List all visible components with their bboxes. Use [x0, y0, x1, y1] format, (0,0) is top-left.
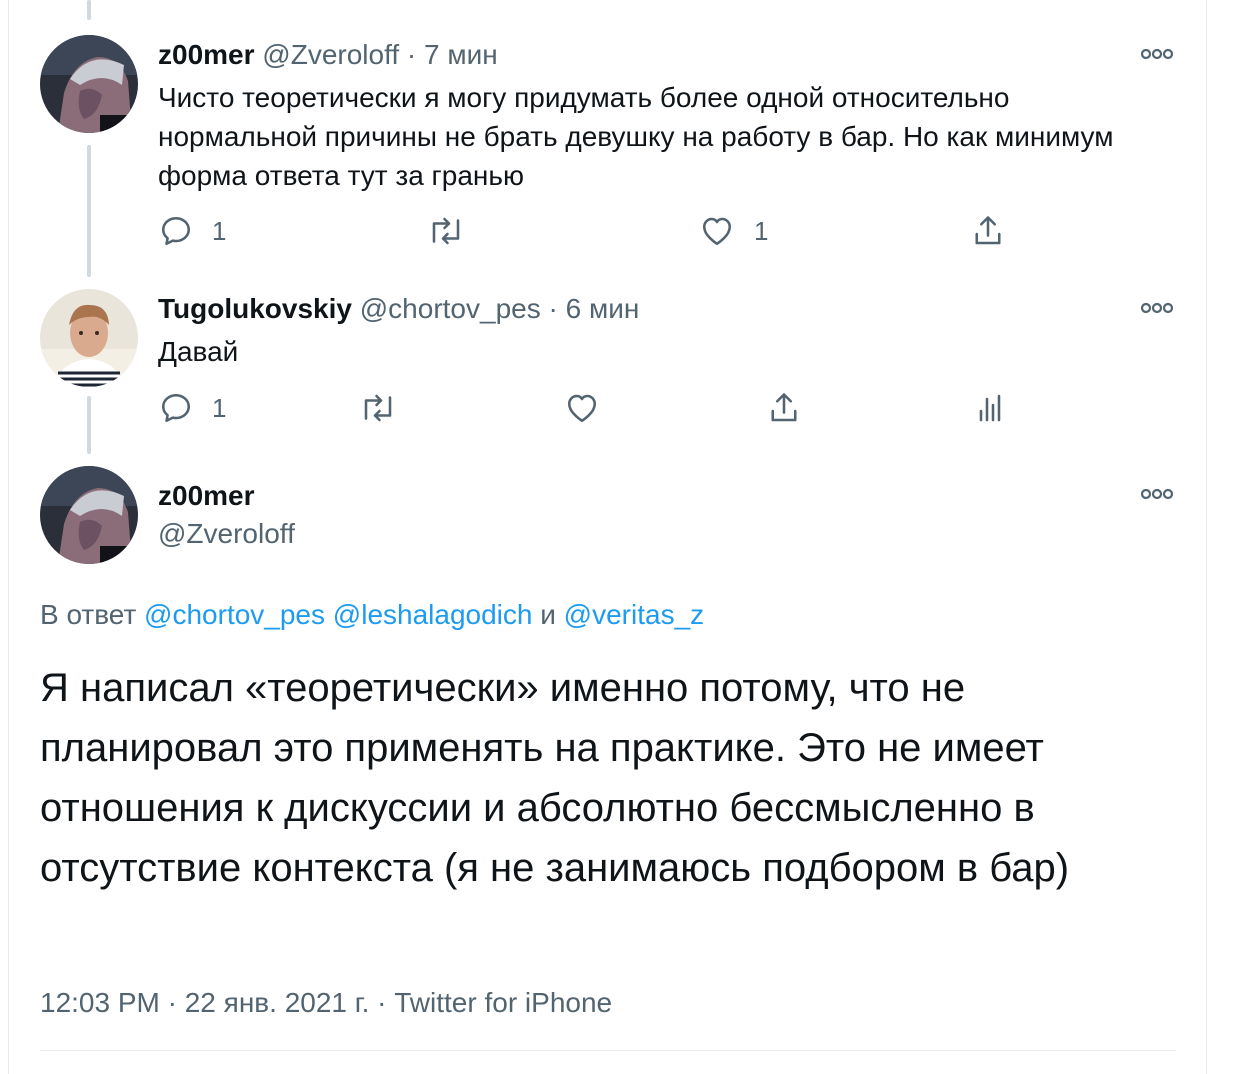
- reply-icon: [161, 216, 191, 246]
- like-button[interactable]: 1: [698, 211, 768, 251]
- mention-link[interactable]: @veritas_z: [564, 599, 704, 630]
- mention-link[interactable]: @leshalagodich: [333, 599, 533, 630]
- divider: [40, 1050, 1176, 1051]
- share-button[interactable]: [970, 211, 1006, 251]
- thread-line: [87, 145, 91, 277]
- frame-border-left: [8, 0, 9, 1074]
- retweet-button[interactable]: [358, 388, 398, 428]
- reply-count: 1: [212, 392, 227, 423]
- author-handle[interactable]: @chortov_pes: [360, 293, 541, 324]
- author-name[interactable]: Tugolukovskiy: [158, 293, 352, 324]
- reply-prefix: В ответ: [40, 599, 145, 630]
- heart-icon: [702, 217, 732, 246]
- thread-line: [87, 396, 91, 454]
- like-count: 1: [754, 215, 769, 246]
- analytics-button[interactable]: [972, 388, 1008, 428]
- reply-button[interactable]: 1: [158, 388, 226, 428]
- share-button[interactable]: [766, 388, 802, 428]
- tweet-text: Я написал «теоретически» именно потому, …: [40, 666, 1070, 890]
- tweet-time[interactable]: · 7 мин: [407, 39, 498, 70]
- avatar[interactable]: [40, 289, 138, 387]
- tweet-text: Чисто теоретически я могу придумать боле…: [158, 82, 1114, 191]
- tweet-time[interactable]: · 6 мин: [549, 293, 640, 324]
- tweet-timestamp[interactable]: 12:03 PM · 22 янв. 2021 г. · Twitter for…: [40, 985, 612, 1021]
- analytics-icon: [979, 394, 1001, 422]
- author-handle[interactable]: @Zveroloff: [262, 39, 399, 70]
- author-name[interactable]: z00mer: [158, 39, 255, 70]
- avatar[interactable]: [40, 466, 138, 564]
- more-icon[interactable]: [1140, 301, 1174, 315]
- share-icon: [975, 216, 1001, 245]
- share-icon: [771, 393, 797, 422]
- author-name[interactable]: z00mer: [158, 479, 255, 513]
- thread-line: [87, 0, 91, 20]
- retweet-icon: [432, 217, 460, 245]
- retweet-icon: [364, 394, 392, 422]
- avatar[interactable]: [40, 35, 138, 133]
- reply-button[interactable]: 1: [158, 211, 226, 251]
- reply-icon: [161, 393, 191, 423]
- retweet-button[interactable]: [426, 211, 466, 251]
- tweet-text: Давай: [158, 336, 239, 367]
- author-handle[interactable]: @Zveroloff: [158, 517, 295, 551]
- heart-icon: [567, 394, 597, 423]
- like-button[interactable]: [563, 388, 601, 428]
- more-icon[interactable]: [1140, 487, 1174, 501]
- reply-joiner: и: [532, 599, 564, 630]
- tweet-header: Tugolukovskiy @chortov_pes · 6 мин: [158, 292, 639, 326]
- more-icon[interactable]: [1140, 47, 1174, 61]
- tweet-header: z00mer @Zveroloff · 7 мин: [158, 38, 498, 72]
- reply-count: 1: [212, 215, 227, 246]
- frame-border-right: [1206, 0, 1207, 1074]
- reply-context: В ответ @chortov_pes @leshalagodich и @v…: [40, 598, 704, 632]
- mention-link[interactable]: @chortov_pes: [144, 599, 325, 630]
